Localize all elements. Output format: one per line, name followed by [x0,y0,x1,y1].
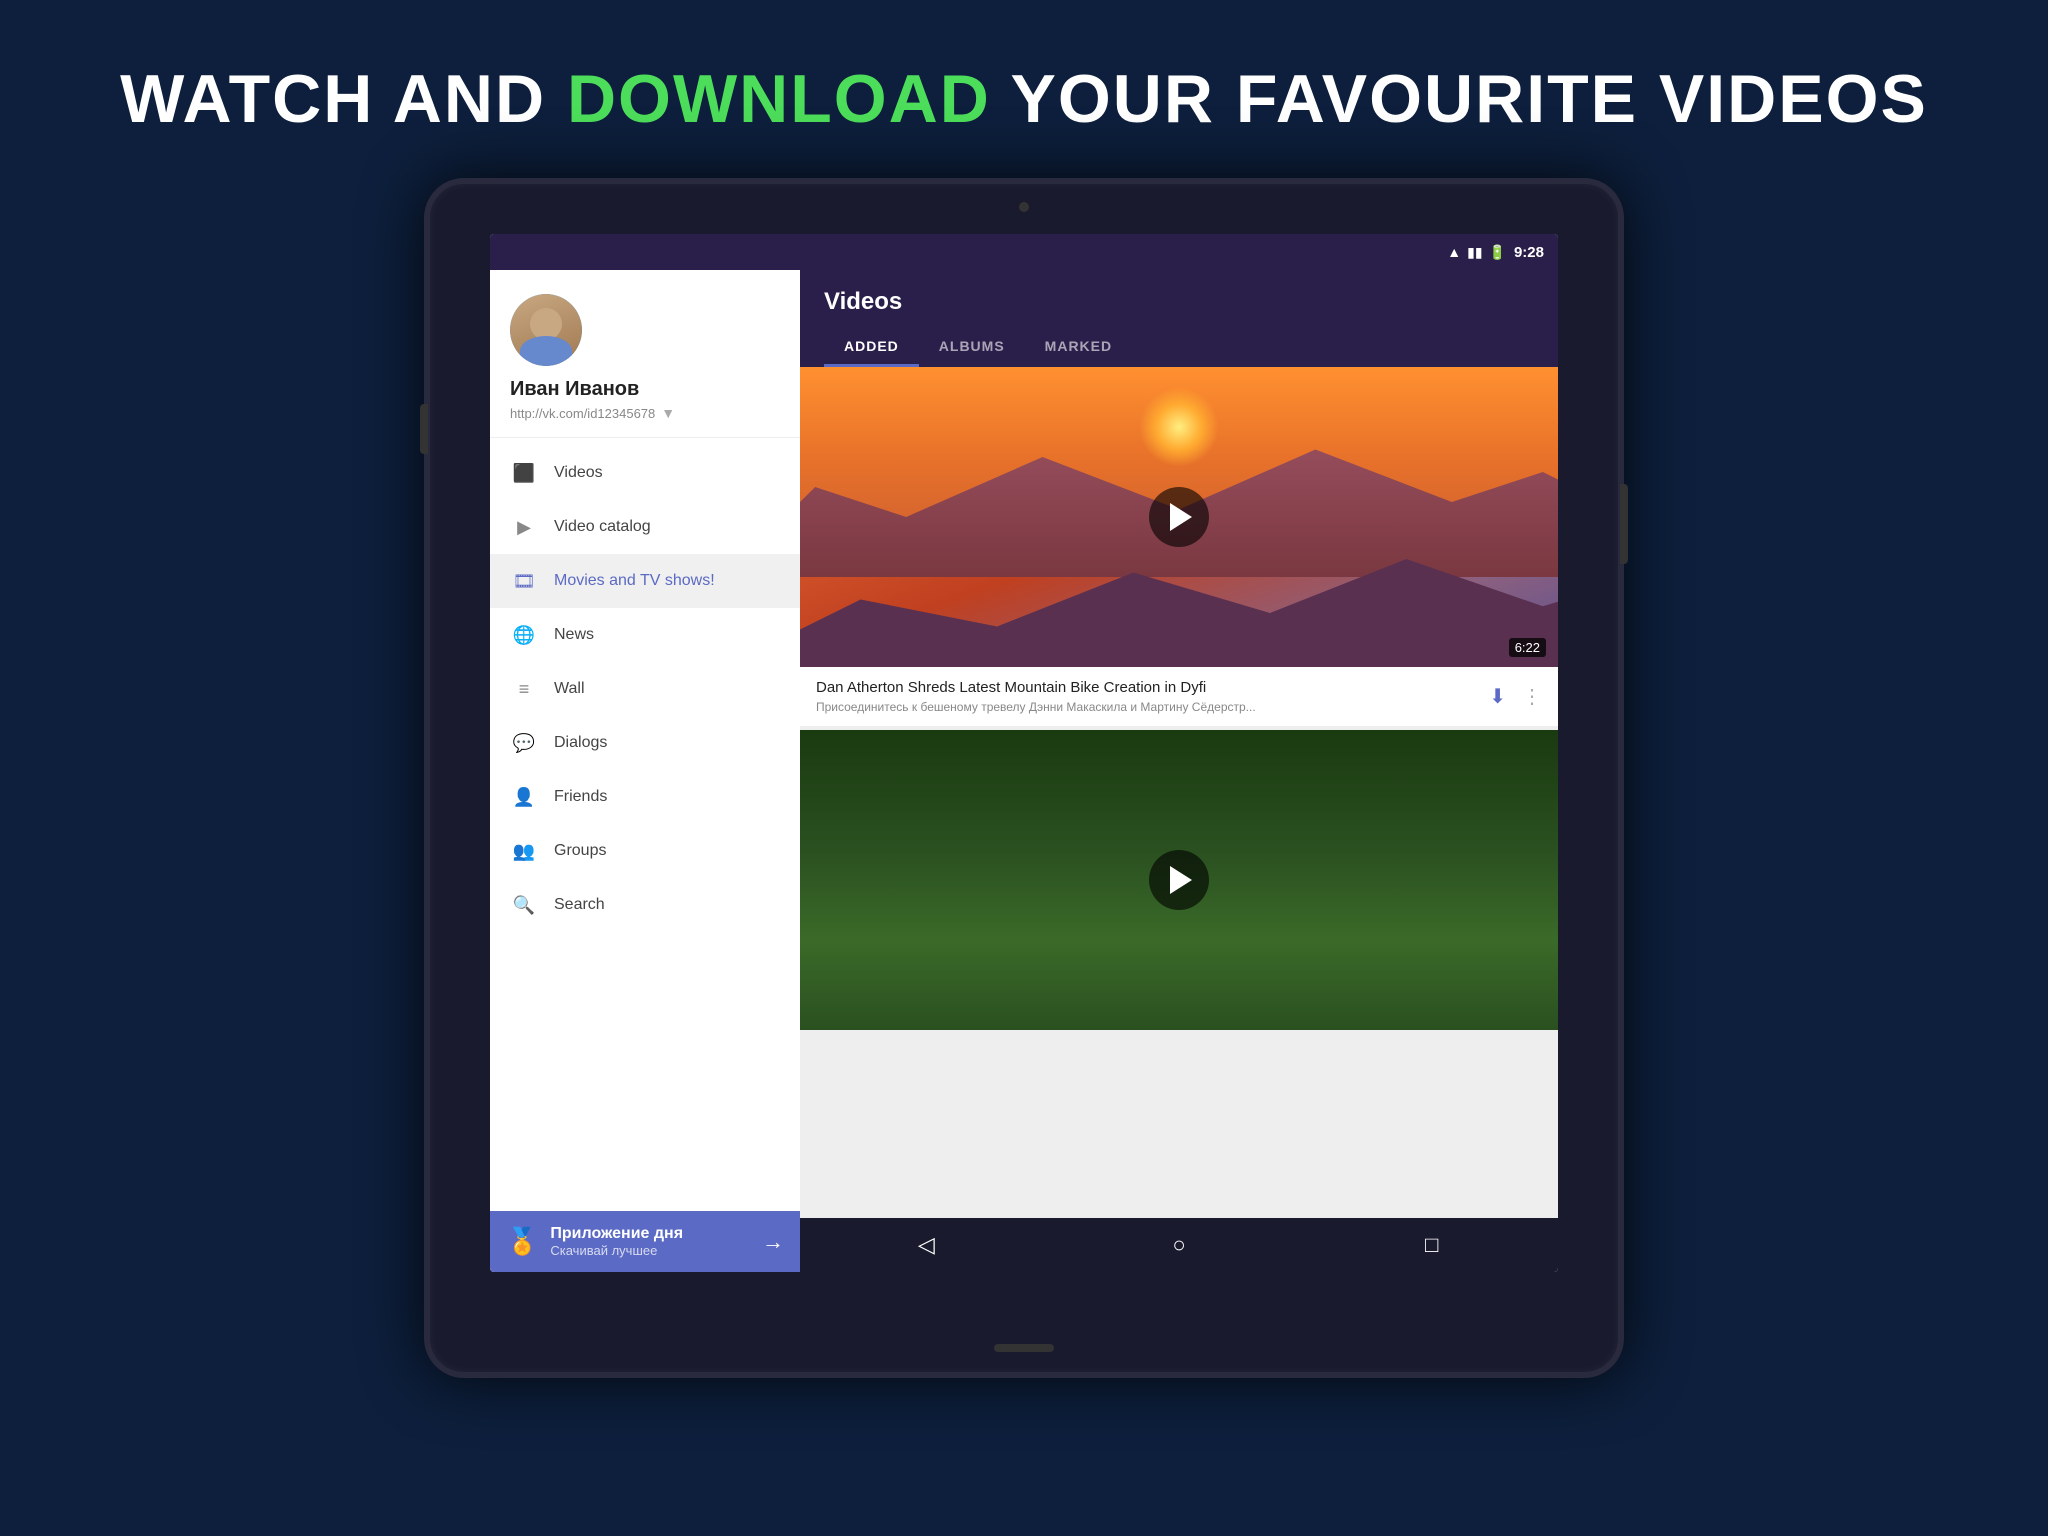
dialogs-icon: 💬 [510,729,538,757]
user-profile: Иван Иванов http://vk.com/id12345678 ▼ [490,270,800,438]
user-url-row: http://vk.com/id12345678 ▼ [510,405,780,421]
promo-subtitle: Скачивай лучшее [550,1243,750,1258]
video-catalog-icon: ▶ [510,513,538,541]
sidebar-item-groups-label: Groups [554,842,606,860]
video-duration-1: 6:22 [1509,638,1546,657]
play-button-1[interactable] [1149,487,1209,547]
bottom-nav: ◁ ○ □ [800,1218,1558,1272]
tablet-screen: ▲ ▮▮ 🔋 9:28 Иван Иванов [490,234,1558,1272]
wall-icon: ≡ [510,675,538,703]
main-content: Videos ADDED ALBUMS MARKED [800,270,1558,1272]
status-bar: ▲ ▮▮ 🔋 9:28 [490,234,1558,270]
content-title: Videos [824,288,1534,316]
sidebar-item-movies[interactable]: 🎞 Movies and TV shows! [490,554,800,608]
movies-icon: 🎞 [510,567,538,595]
video-info-1: Dan Atherton Shreds Latest Mountain Bike… [800,667,1558,726]
tablet-device: ▲ ▮▮ 🔋 9:28 Иван Иванов [424,178,1624,1378]
more-button-1[interactable]: ⋮ [1522,684,1542,709]
video-subtitle-1: Присоединитесь к бешеному тревелу Дэнни … [816,700,1477,714]
video-card-2 [800,730,1558,1030]
headline-highlight: DOWNLOAD [567,61,991,137]
tablet-camera [1019,202,1029,212]
page-headline: WATCH AND DOWNLOAD YOUR FAVOURITE VIDEOS [120,60,1928,138]
sidebar-item-wall[interactable]: ≡ Wall [490,662,800,716]
sidebar-item-videos-label: Videos [554,464,603,482]
download-button-1[interactable]: ⬇ [1489,684,1506,709]
sidebar-item-dialogs[interactable]: 💬 Dialogs [490,716,800,770]
tab-marked[interactable]: MARKED [1025,328,1132,367]
video-card: 6:22 Dan Atherton Shreds Latest Mountain… [800,367,1558,726]
thumb-overlay-2 [800,730,1558,1030]
thumb-overlay-1 [800,367,1558,667]
promo-arrow-icon: → [762,1229,784,1255]
sidebar-item-groups[interactable]: 👥 Groups [490,824,800,878]
play-button-2[interactable] [1149,850,1209,910]
sidebar-item-wall-label: Wall [554,680,585,698]
sidebar-item-videos[interactable]: ⬛ Videos [490,446,800,500]
sidebar-item-search[interactable]: 🔍 Search [490,878,800,932]
tablet-home-bar [994,1344,1054,1352]
sidebar: Иван Иванов http://vk.com/id12345678 ▼ ⬛… [490,270,800,1272]
videos-icon: ⬛ [510,459,538,487]
home-button[interactable]: ○ [1154,1220,1204,1270]
back-button[interactable]: ◁ [901,1220,951,1270]
sidebar-item-dialogs-label: Dialogs [554,734,607,752]
status-icons: ▲ ▮▮ 🔋 [1447,244,1506,261]
status-time: 9:28 [1514,244,1544,261]
tablet-power-button[interactable] [1620,484,1628,564]
groups-icon: 👥 [510,837,538,865]
sidebar-item-video-catalog-label: Video catalog [554,518,651,536]
promo-icon: 🏅 [506,1226,538,1257]
app-content: Иван Иванов http://vk.com/id12345678 ▼ ⬛… [490,270,1558,1272]
sidebar-item-video-catalog[interactable]: ▶ Video catalog [490,500,800,554]
tab-albums[interactable]: ALBUMS [919,328,1025,367]
signal-icon: ▮▮ [1467,244,1482,261]
friends-icon: 👤 [510,783,538,811]
sidebar-item-friends-label: Friends [554,788,607,806]
video-list: 6:22 Dan Atherton Shreds Latest Mountain… [800,367,1558,1218]
headline-text-part2: YOUR FAVOURITE VIDEOS [991,61,1928,137]
nav-list: ⬛ Videos ▶ Video catalog 🎞 Movies and TV… [490,438,800,1211]
news-icon: 🌐 [510,621,538,649]
battery-icon: 🔋 [1489,244,1506,261]
avatar [510,294,582,366]
video-thumbnail-1[interactable]: 6:22 [800,367,1558,667]
sidebar-item-movies-label: Movies and TV shows! [554,572,715,590]
content-header: Videos ADDED ALBUMS MARKED [800,270,1558,367]
sidebar-item-news-label: News [554,626,594,644]
video-title-text-1: Dan Atherton Shreds Latest Mountain Bike… [816,679,1477,696]
avatar-face [510,294,582,366]
headline-text-part1: WATCH AND [120,61,567,137]
tab-added[interactable]: ADDED [824,328,919,367]
promo-text: Приложение дня Скачивай лучшее [550,1225,750,1258]
dropdown-icon[interactable]: ▼ [661,405,675,421]
wifi-icon: ▲ [1447,244,1461,260]
user-url: http://vk.com/id12345678 [510,406,655,421]
tabs-row: ADDED ALBUMS MARKED [824,328,1534,367]
search-icon: 🔍 [510,891,538,919]
video-thumbnail-2[interactable] [800,730,1558,1030]
video-actions-1: ⬇ ⋮ [1489,684,1542,709]
user-name: Иван Иванов [510,378,780,401]
sidebar-item-friends[interactable]: 👤 Friends [490,770,800,824]
tablet-volume-button[interactable] [420,404,428,454]
sidebar-item-news[interactable]: 🌐 News [490,608,800,662]
sidebar-item-search-label: Search [554,896,605,914]
promo-title: Приложение дня [550,1225,750,1243]
tablet-body: ▲ ▮▮ 🔋 9:28 Иван Иванов [424,178,1624,1378]
recent-apps-button[interactable]: □ [1407,1220,1457,1270]
video-title-1: Dan Atherton Shreds Latest Mountain Bike… [816,679,1477,714]
promo-banner[interactable]: 🏅 Приложение дня Скачивай лучшее → [490,1211,800,1272]
